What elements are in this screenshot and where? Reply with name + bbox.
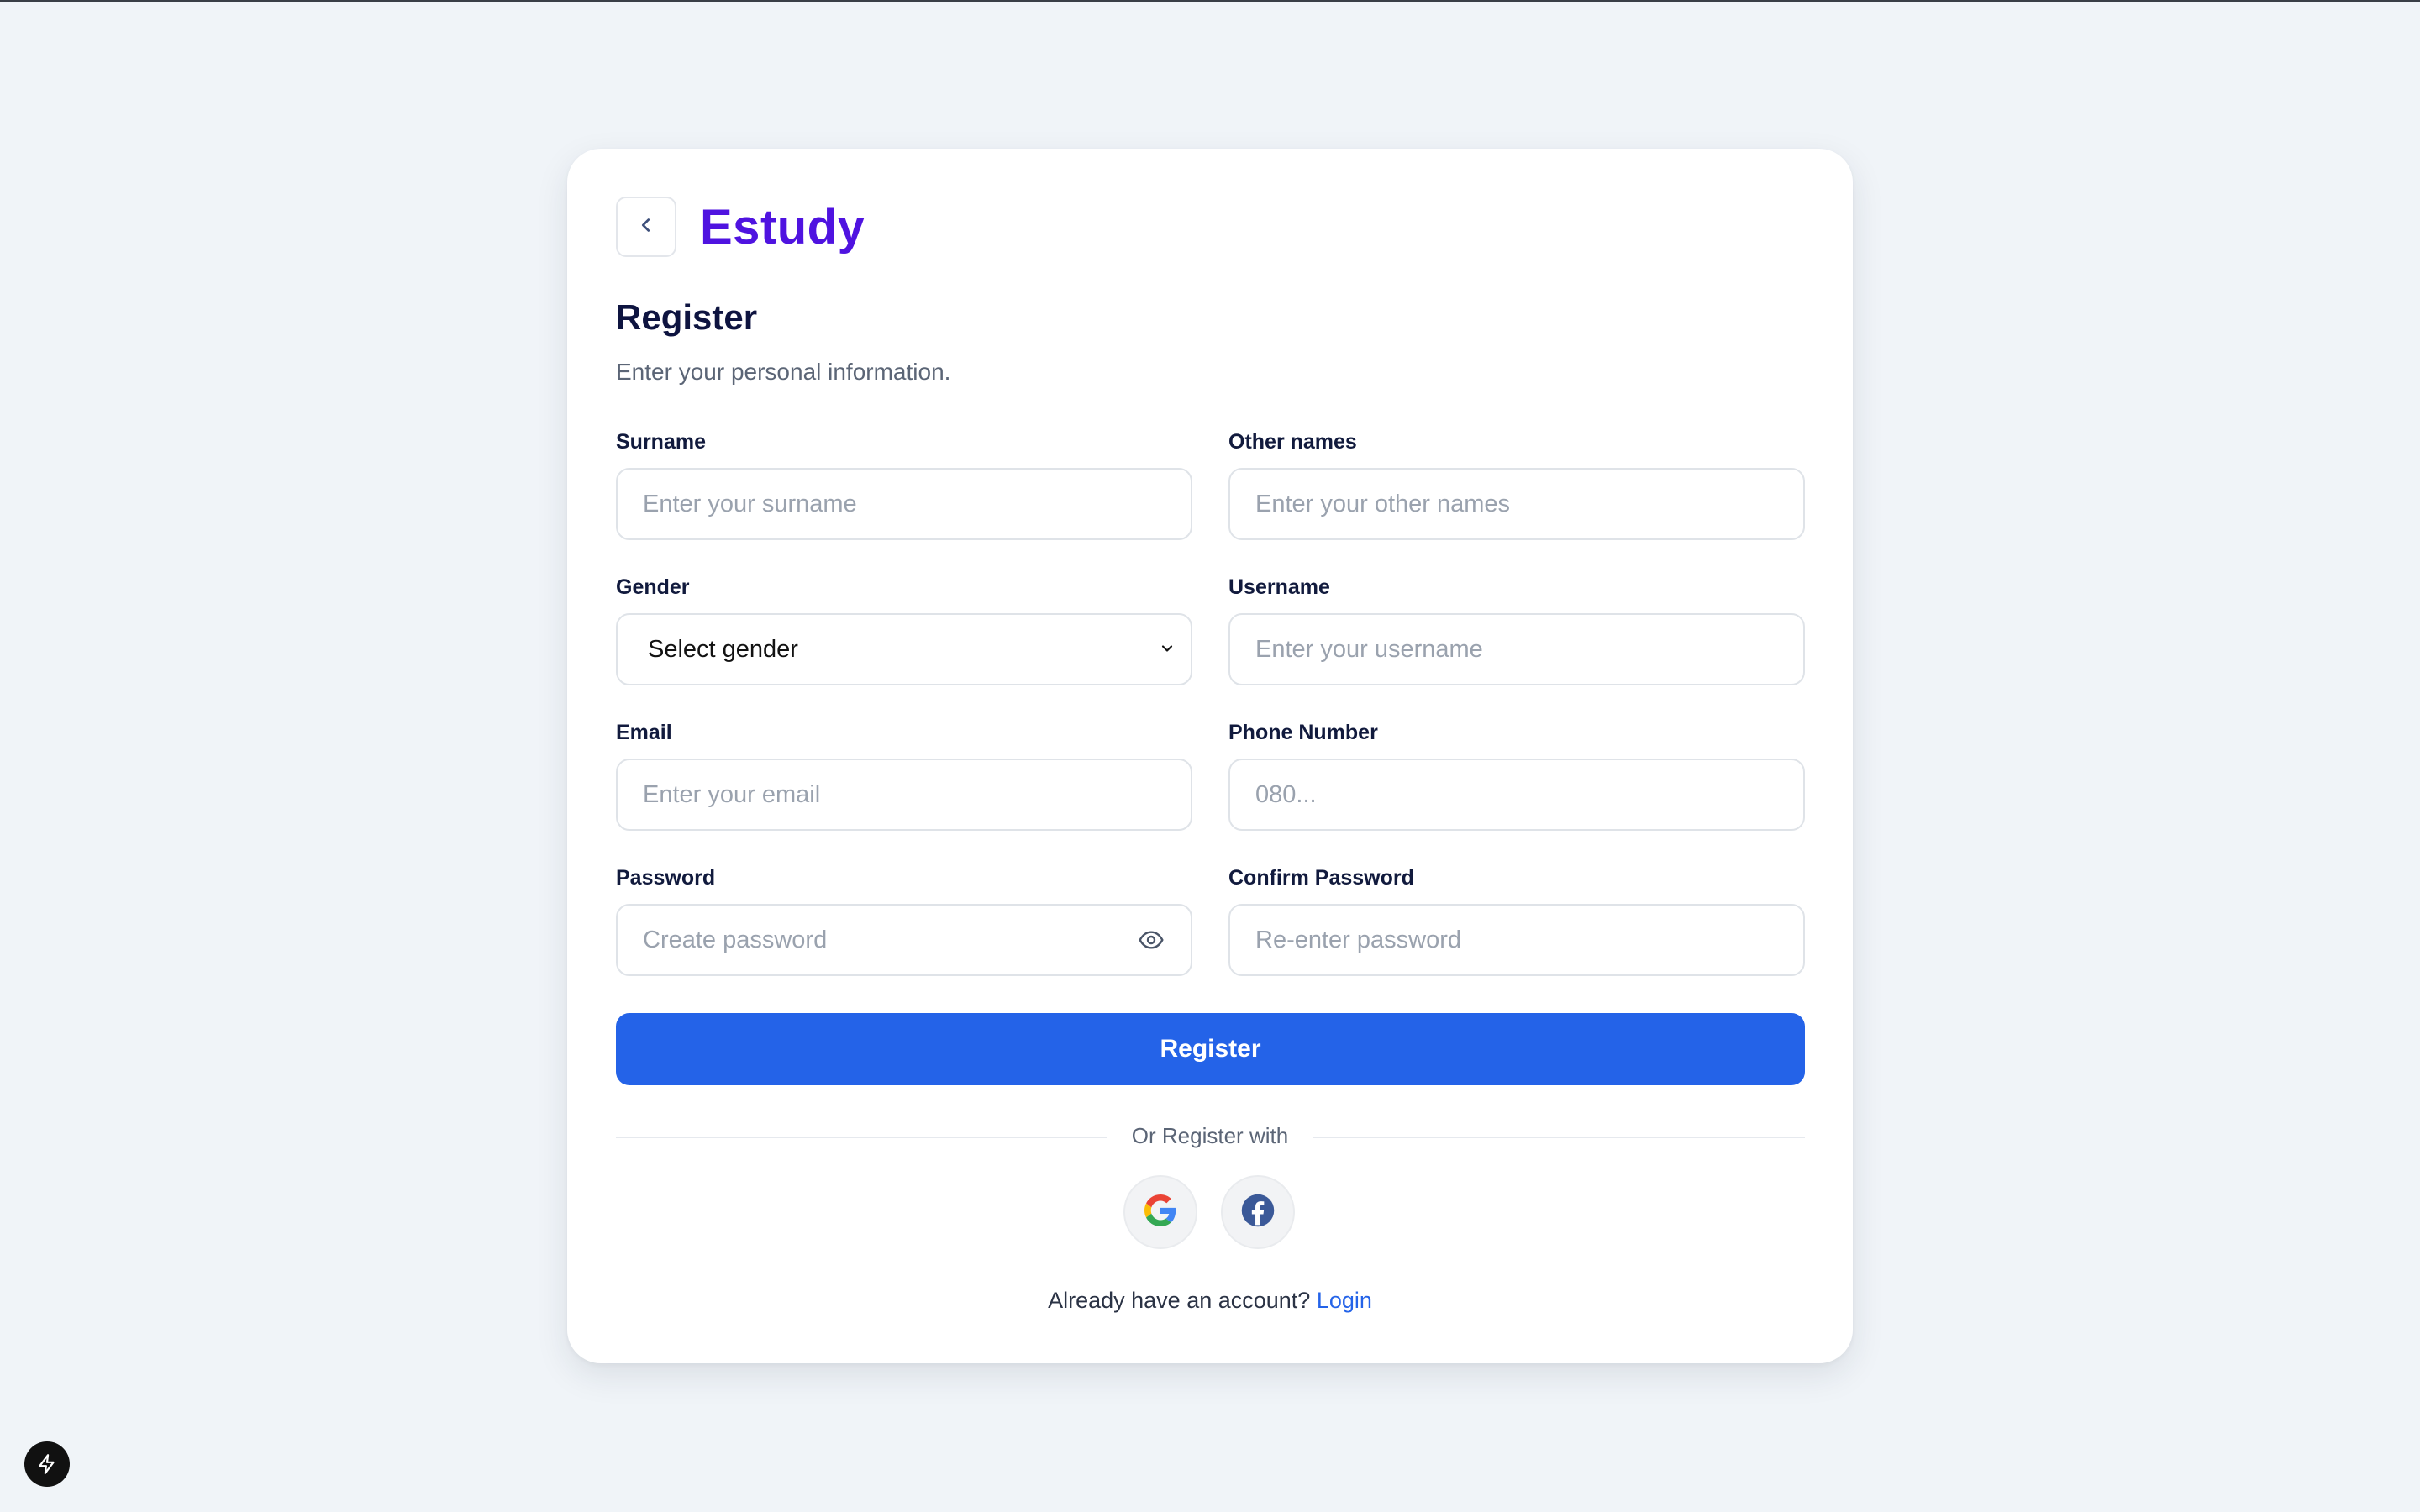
login-prompt-text: Already have an account? [1048, 1288, 1311, 1313]
register-card: Estudy Register Enter your personal info… [567, 149, 1853, 1363]
email-input[interactable]: Enter your email [616, 759, 1192, 831]
confirm-password-label: Confirm Password [1228, 866, 1414, 890]
other-names-placeholder: Enter your other names [1255, 490, 1511, 517]
email-label: Email [616, 721, 672, 744]
confirm-password-placeholder: Re-enter password [1255, 926, 1461, 953]
brand-logo-text: Estudy [700, 199, 865, 255]
gender-selected-value: Select gender [648, 635, 798, 663]
surname-placeholder: Enter your surname [643, 490, 857, 517]
chevron-left-icon [637, 216, 655, 239]
bolt-icon[interactable] [24, 1441, 70, 1487]
phone-input[interactable]: 080... [1228, 759, 1805, 831]
username-label: Username [1228, 575, 1330, 599]
divider-text: Or Register with [1131, 1123, 1289, 1148]
other-names-input[interactable]: Enter your other names [1228, 468, 1805, 540]
gender-label: Gender [616, 575, 690, 599]
password-label: Password [616, 866, 716, 890]
phone-placeholder: 080... [1255, 780, 1317, 808]
page-subtitle: Enter your personal information. [616, 359, 951, 385]
email-placeholder: Enter your email [643, 780, 821, 808]
facebook-icon [1240, 1193, 1276, 1232]
gender-select[interactable]: Select gender [616, 613, 1192, 685]
google-icon [1144, 1194, 1176, 1231]
card-header: Estudy [616, 197, 865, 257]
page-title: Register [616, 297, 758, 337]
back-button[interactable] [616, 197, 676, 257]
eye-icon[interactable] [1137, 926, 1165, 954]
top-border [0, 0, 2420, 2]
other-names-label: Other names [1228, 430, 1357, 454]
google-signin-button[interactable] [1123, 1175, 1197, 1249]
phone-label: Phone Number [1228, 721, 1378, 744]
login-link[interactable]: Login [1317, 1288, 1372, 1313]
password-placeholder: Create password [643, 926, 828, 953]
surname-label: Surname [616, 430, 706, 454]
username-placeholder: Enter your username [1255, 635, 1483, 663]
surname-input[interactable]: Enter your surname [616, 468, 1192, 540]
confirm-password-input[interactable]: Re-enter password [1228, 904, 1805, 976]
facebook-signin-button[interactable] [1221, 1175, 1295, 1249]
username-input[interactable]: Enter your username [1228, 613, 1805, 685]
login-prompt: Already have an account? Login [567, 1288, 1853, 1314]
password-input[interactable]: Create password [616, 904, 1192, 976]
chevron-down-icon [1159, 636, 1176, 664]
register-button[interactable]: Register [616, 1013, 1805, 1085]
